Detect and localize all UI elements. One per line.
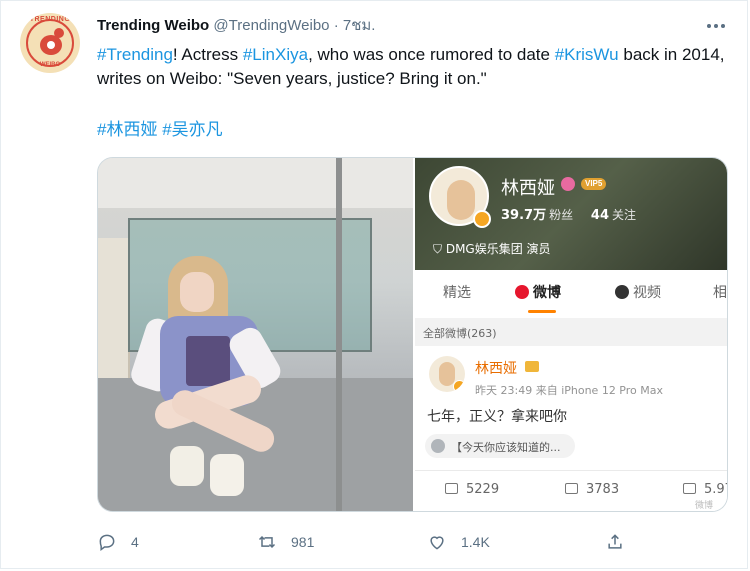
- weibo-comment-stat: 3783: [565, 482, 619, 497]
- share-button[interactable]: [605, 528, 625, 556]
- weibo-forward-stat: 5229: [445, 482, 499, 497]
- reply-icon: [99, 534, 115, 551]
- hashtag-link[interactable]: #KrisWu: [555, 45, 619, 64]
- share-icon: [608, 534, 622, 549]
- weibo-tab-videos: 视频: [615, 282, 661, 302]
- photo-shelf: [98, 238, 130, 378]
- vip-badge: VIP5: [581, 178, 607, 190]
- weibo-divider: [415, 470, 727, 471]
- hashtag-link[interactable]: #Trending: [97, 45, 173, 64]
- more-dot-icon: [721, 24, 725, 28]
- photo-pole: [336, 158, 342, 511]
- hashtag-link[interactable]: #吴亦凡: [162, 120, 222, 139]
- author-name[interactable]: Trending Weibo: [97, 17, 209, 34]
- weibo-forward-count: 5229: [466, 482, 500, 497]
- followers-label: 粉丝: [549, 208, 574, 222]
- weibo-tab-posts: 微博: [515, 282, 561, 302]
- photo-person-face: [180, 272, 214, 312]
- tweet-actions: 4 981 1.4K: [97, 528, 697, 556]
- weibo-filter-label: 全部微博(263): [423, 327, 497, 340]
- weibo-tab-videos-label: 视频: [633, 285, 661, 301]
- thumbs-up-icon: [683, 483, 696, 494]
- hashtag-line: #林西娅 #吴亦凡: [97, 118, 223, 142]
- video-tab-icon: [615, 285, 629, 299]
- more-options-button[interactable]: [701, 15, 731, 37]
- member-badge-icon: [561, 177, 575, 191]
- heart-icon: [430, 536, 444, 550]
- more-dot-icon: [707, 24, 711, 28]
- header-separator: ·: [333, 17, 339, 34]
- tweet-text: #Trending! Actress #LinXiya, who was onc…: [97, 43, 737, 91]
- like-button[interactable]: 1.4K: [427, 528, 490, 556]
- forward-icon: [445, 483, 458, 494]
- weibo-comment-count: 3783: [586, 482, 620, 497]
- followers-count: 39.7万: [501, 208, 547, 223]
- retweet-button[interactable]: 981: [257, 528, 314, 556]
- weibo-tab-featured: 精选: [443, 285, 471, 301]
- media-grid: 林西娅 VIP5 39.7万 粉丝 44 关注 ⛉ DMG娱乐集团 演员 精选 微博…: [97, 157, 728, 512]
- weibo-tabs: 精选 微博 视频 相: [415, 270, 727, 314]
- weibo-post-meta: 昨天 23:49 来自 iPhone 12 Pro Max: [475, 384, 663, 397]
- photo-ceiling: [98, 158, 413, 208]
- weibo-like-count: 5.97: [704, 482, 727, 497]
- weibo-watermark: 微博: [695, 500, 714, 510]
- photo-person-shoe: [170, 446, 204, 486]
- retweet-icon: [258, 535, 276, 549]
- hashtag-link[interactable]: #LinXiya: [243, 45, 308, 64]
- photo-image[interactable]: [98, 158, 413, 511]
- weibo-tab-icon: [515, 285, 529, 299]
- weibo-profile-stats: 39.7万 粉丝 44 关注: [501, 204, 650, 223]
- hashtag-link[interactable]: #林西娅: [97, 120, 157, 139]
- author-avatar[interactable]: TRENDING WEIBO: [20, 13, 80, 73]
- active-tab-underline: [528, 310, 556, 313]
- weibo-post-text: 七年，正义？拿来吧你: [427, 409, 567, 425]
- like-count: 1.4K: [461, 534, 490, 550]
- card-text: 【今天你应该知道的...: [451, 441, 561, 454]
- more-dot-icon: [714, 24, 718, 28]
- retweet-count: 981: [291, 534, 315, 550]
- tweet-time[interactable]: 7ชม.: [343, 17, 376, 34]
- photo-person-shoe: [210, 454, 244, 496]
- comment-icon: [565, 483, 578, 494]
- weibo-logo-eye: [47, 41, 55, 49]
- shield-icon: ⛉: [433, 242, 446, 256]
- tweet-header: Trending Weibo @TrendingWeibo · 7ชม.: [97, 16, 375, 36]
- org-text: DMG娱乐集团 演员: [445, 242, 551, 256]
- tweet-text-segment: , who was once rumored to date: [308, 45, 555, 64]
- reply-count: 4: [131, 534, 139, 550]
- weibo-tab-albums: 相: [713, 285, 727, 301]
- photo-shirt-print: [186, 336, 230, 386]
- crown-icon: [525, 361, 539, 372]
- weibo-post-avatar: [429, 356, 465, 392]
- following-label: 关注: [612, 208, 637, 222]
- author-handle[interactable]: @TrendingWeibo: [213, 17, 329, 34]
- avatar-text-top: TRENDING: [29, 16, 71, 23]
- tweet-card[interactable]: TRENDING WEIBO Trending Weibo @TrendingW…: [0, 0, 748, 569]
- weibo-profile-org: ⛉ DMG娱乐集团 演员: [433, 240, 551, 257]
- weibo-profile-name: 林西娅: [501, 178, 555, 199]
- weibo-post-name: 林西娅: [475, 361, 517, 377]
- weibo-like-stat: 5.97: [683, 482, 727, 497]
- verified-badge-icon: [473, 210, 491, 228]
- weibo-screenshot-image[interactable]: 林西娅 VIP5 39.7万 粉丝 44 关注 ⛉ DMG娱乐集团 演员 精选 微博…: [415, 158, 727, 511]
- card-icon: [431, 439, 445, 453]
- tweet-text-segment: ! Actress: [172, 45, 243, 64]
- reply-button[interactable]: 4: [97, 528, 139, 556]
- weibo-tab-posts-label: 微博: [533, 285, 561, 301]
- following-count: 44: [590, 208, 610, 223]
- avatar-text-bottom: WEIBO: [39, 62, 61, 68]
- weibo-post-card: 【今天你应该知道的...: [425, 434, 575, 458]
- weibo-logo-accent: [54, 28, 64, 38]
- weibo-filter-bar: 全部微博(263): [415, 318, 727, 346]
